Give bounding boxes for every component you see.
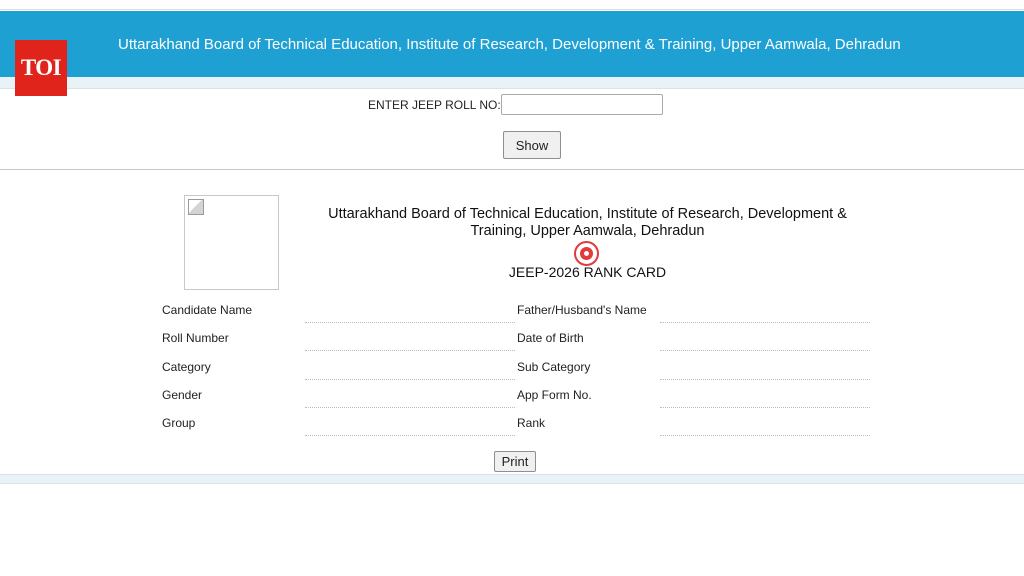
- header-underline: [0, 77, 1024, 89]
- group-label: Group: [162, 416, 196, 430]
- org-title-line-1: Uttarakhand Board of Technical Education…: [328, 206, 847, 222]
- header-banner: Uttarakhand Board of Technical Education…: [0, 11, 1024, 77]
- candidate-name-value: [305, 309, 515, 323]
- category-value: [305, 366, 515, 380]
- roll-number-value: [305, 337, 515, 351]
- board-emblem-icon: [574, 241, 599, 266]
- candidate-name-label: Candidate Name: [162, 303, 253, 317]
- toi-logo: TOI: [15, 40, 67, 96]
- broken-image-icon: [188, 199, 204, 215]
- app-form-no-label: App Form No.: [517, 388, 592, 402]
- show-button[interactable]: Show: [503, 131, 561, 159]
- date-of-birth-label: Date of Birth: [517, 331, 584, 345]
- date-of-birth-value: [660, 337, 870, 351]
- rank-card-org-title: Uttarakhand Board of Technical Education…: [300, 206, 875, 240]
- print-button[interactable]: Print: [494, 451, 536, 472]
- section-divider: [0, 169, 1024, 170]
- candidate-photo: [184, 195, 279, 290]
- top-strip: [0, 0, 1024, 10]
- roll-number-row: ENTER JEEP ROLL NO:*: [0, 93, 1024, 117]
- roll-number-label: ENTER JEEP ROLL NO:*: [368, 98, 505, 112]
- sub-category-label: Sub Category: [517, 360, 591, 374]
- rank-label: Rank: [517, 416, 546, 430]
- category-label: Category: [162, 360, 211, 374]
- roll-number-field-label: Roll Number: [162, 331, 229, 345]
- father-husband-name-value: [660, 309, 870, 323]
- gender-label: Gender: [162, 388, 203, 402]
- gender-value: [305, 394, 515, 408]
- rank-value: [660, 422, 870, 436]
- header-title: Uttarakhand Board of Technical Education…: [118, 36, 901, 53]
- footer-band: [0, 474, 1024, 484]
- roll-number-input[interactable]: [501, 94, 663, 115]
- app-form-no-value: [660, 394, 870, 408]
- sub-category-value: [660, 366, 870, 380]
- father-husband-name-label: Father/Husband's Name: [517, 303, 647, 317]
- group-value: [305, 422, 515, 436]
- org-title-line-2: Training, Upper Aamwala, Dehradun: [470, 223, 705, 239]
- rank-card-title: JEEP-2026 RANK CARD: [508, 264, 667, 280]
- page: Uttarakhand Board of Technical Education…: [0, 0, 1024, 576]
